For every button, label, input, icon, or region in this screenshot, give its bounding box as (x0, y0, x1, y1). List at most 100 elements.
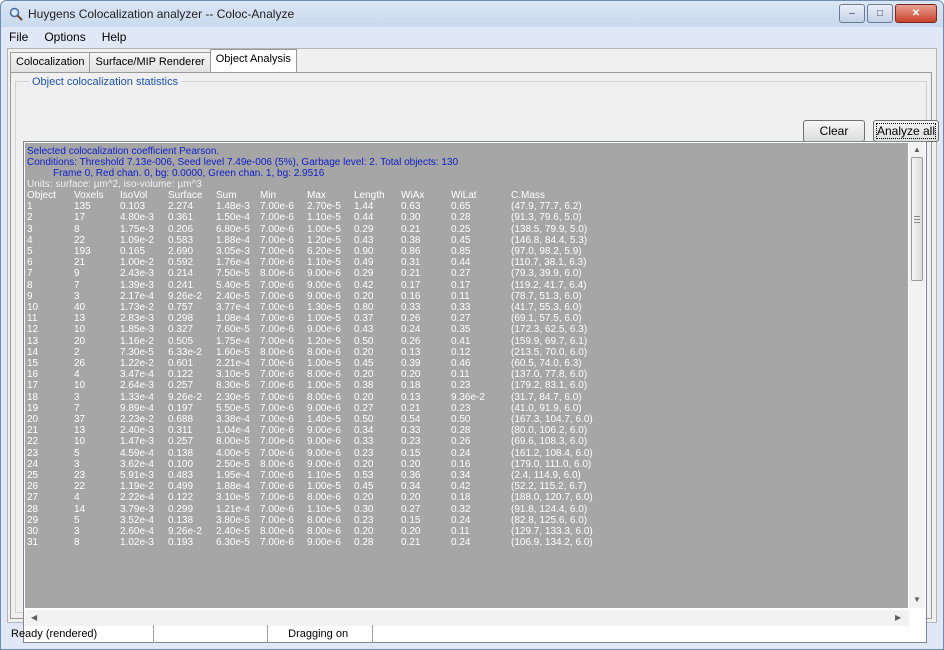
table-cell: 0.688 (168, 414, 194, 425)
table-cell: (69.6, 108.3, 6.0) (511, 436, 588, 448)
menu-options[interactable]: Options (42, 29, 87, 47)
scroll-right-icon[interactable]: ▶ (895, 613, 901, 622)
table-cell: 7.50e-5 (216, 268, 250, 280)
table-cell: 8.00e-6 (307, 514, 341, 526)
table-cell: 0.16 (451, 458, 471, 470)
table-cell: (146.8, 84.4, 5.3) (511, 234, 588, 246)
scroll-up-icon[interactable]: ▲ (913, 145, 921, 154)
table-cell: 0.21 (401, 537, 421, 549)
table-cell: 1.08e-4 (216, 313, 250, 325)
table-cell: 0.20 (354, 369, 374, 381)
table-row: 27 4 2.22e-4 0.122 3.10e-5 7.00e-6 8.00e-6 0.20… (27, 493, 907, 503)
table-cell: 4 (74, 369, 80, 381)
table-cell: 1.48e-3 (216, 201, 250, 213)
table-cell: (179.0, 111.0, 6.0) (511, 458, 592, 470)
minimize-button[interactable]: – (839, 4, 865, 23)
table-cell: 2.40e-5 (216, 290, 250, 302)
table-cell: 9.00e-6 (307, 436, 341, 448)
table-cell: (179.2, 83.1, 6.0) (511, 380, 588, 392)
table-cell: 0.27 (354, 402, 374, 414)
tab-bar: Colocalization Surface/MIP Renderer Obje… (10, 49, 297, 72)
table-cell: 1.33e-4 (120, 391, 154, 403)
table-cell: 1.04e-4 (216, 425, 250, 437)
table-cell: 0.85 (451, 246, 471, 257)
title-bar[interactable]: Huygens Colocalization analyzer -- Coloc… (1, 1, 943, 27)
table-cell: 1.88e-4 (216, 234, 250, 246)
table-cell: 9.00e-6 (307, 290, 341, 302)
table-cell: 0.86 (401, 246, 421, 257)
table-cell: 1.47e-3 (120, 436, 154, 448)
table-cell: 0.311 (168, 425, 193, 437)
table-cell: 0.45 (354, 481, 374, 493)
table-cell: 0.27 (451, 313, 471, 325)
table-cell: 0.44 (354, 212, 374, 224)
analyze-all-button[interactable]: Analyze all (873, 120, 939, 142)
table-cell: 0.33 (401, 302, 421, 313)
table-cell: 0.23 (451, 380, 471, 392)
table-cell: 8.00e-6 (260, 458, 294, 470)
table-cell: 21 (27, 425, 39, 437)
maximize-button[interactable]: □ (867, 4, 893, 23)
table-cell: 1.00e-5 (307, 313, 341, 325)
table-cell: 40 (74, 302, 86, 313)
table-cell: 2.30e-5 (216, 391, 250, 403)
table-cell: (110.7, 38.1, 6.3) (511, 257, 587, 269)
column-header: Max (307, 190, 326, 201)
table-row: 9 3 2.17e-4 9.26e-2 2.40e-5 7.00e-6 9.00e-6 0.2… (27, 290, 907, 302)
table-cell: 13 (27, 335, 39, 347)
table-cell: 0.122 (168, 369, 194, 381)
vertical-scrollbar[interactable]: ▲ ▼ (909, 143, 925, 608)
table-cell: 0.20 (354, 391, 374, 403)
table-cell: 5.91e-3 (120, 470, 154, 481)
tab-surface-mip-renderer[interactable]: Surface/MIP Renderer (89, 52, 211, 72)
table-cell: 17 (27, 380, 39, 392)
table-cell: 0.33 (401, 425, 421, 437)
table-cell: 3.52e-4 (120, 514, 154, 526)
tab-colocalization[interactable]: Colocalization (10, 52, 91, 72)
table-cell: 1.39e-3 (120, 279, 154, 291)
table-cell: 7.00e-6 (260, 481, 294, 493)
column-header: C.Mass (511, 190, 545, 201)
scroll-down-icon[interactable]: ▼ (913, 595, 921, 604)
table-cell: 7.00e-6 (260, 313, 294, 325)
table-cell: 2.274 (168, 201, 194, 213)
table-row: 13 20 1.16e-2 0.505 1.75e-4 7.00e-6 1.20e-5 0.5… (27, 335, 907, 347)
table-cell: 0.583 (168, 234, 194, 246)
table-cell: 26 (74, 358, 86, 369)
table-cell: 21 (74, 257, 86, 269)
table-cell: 0.44 (451, 257, 471, 269)
table-cell: 0.21 (401, 268, 421, 280)
results-text-area[interactable]: Selected colocalization coefficient Pear… (25, 143, 908, 608)
tab-object-analysis[interactable]: Object Analysis (209, 49, 297, 72)
table-cell: 2.60e-4 (120, 526, 154, 537)
table-cell: 0.45 (354, 358, 374, 369)
table-cell: 6.30e-5 (216, 537, 250, 549)
clear-button[interactable]: Clear (803, 120, 865, 142)
table-cell: 0.165 (120, 246, 146, 257)
table-cell: 0.53 (354, 470, 374, 481)
table-cell: 3 (27, 223, 33, 235)
scroll-left-icon[interactable]: ◀ (31, 613, 37, 622)
menu-help[interactable]: Help (100, 29, 129, 47)
table-cell: 0.11 (451, 369, 470, 381)
table-cell: 7.00e-6 (260, 425, 294, 437)
table-cell: 1.10e-5 (307, 503, 341, 515)
table-cell: 24 (27, 458, 39, 470)
table-cell: 0.206 (168, 223, 194, 235)
close-button[interactable]: ✕ (895, 4, 937, 23)
scroll-thumb[interactable] (911, 157, 923, 281)
table-cell: 0.43 (354, 234, 374, 246)
table-cell: 2.83e-3 (120, 313, 154, 325)
table-cell: 0.26 (451, 436, 471, 448)
table-cell: 0.257 (168, 380, 194, 392)
table-cell: 10 (74, 324, 86, 336)
results-output[interactable]: Selected colocalization coefficient Pear… (23, 141, 927, 643)
table-cell: 1.44 (354, 201, 374, 213)
table-cell: 2.70e-5 (307, 201, 341, 213)
table-cell: 1.00e-5 (307, 481, 341, 493)
table-cell: 6.20e-5 (307, 246, 341, 257)
menu-file[interactable]: File (7, 29, 30, 47)
status-extra (373, 625, 935, 643)
horizontal-scrollbar[interactable]: ◀ ▶ (25, 610, 909, 626)
table-cell: 1.40e-5 (307, 414, 341, 425)
